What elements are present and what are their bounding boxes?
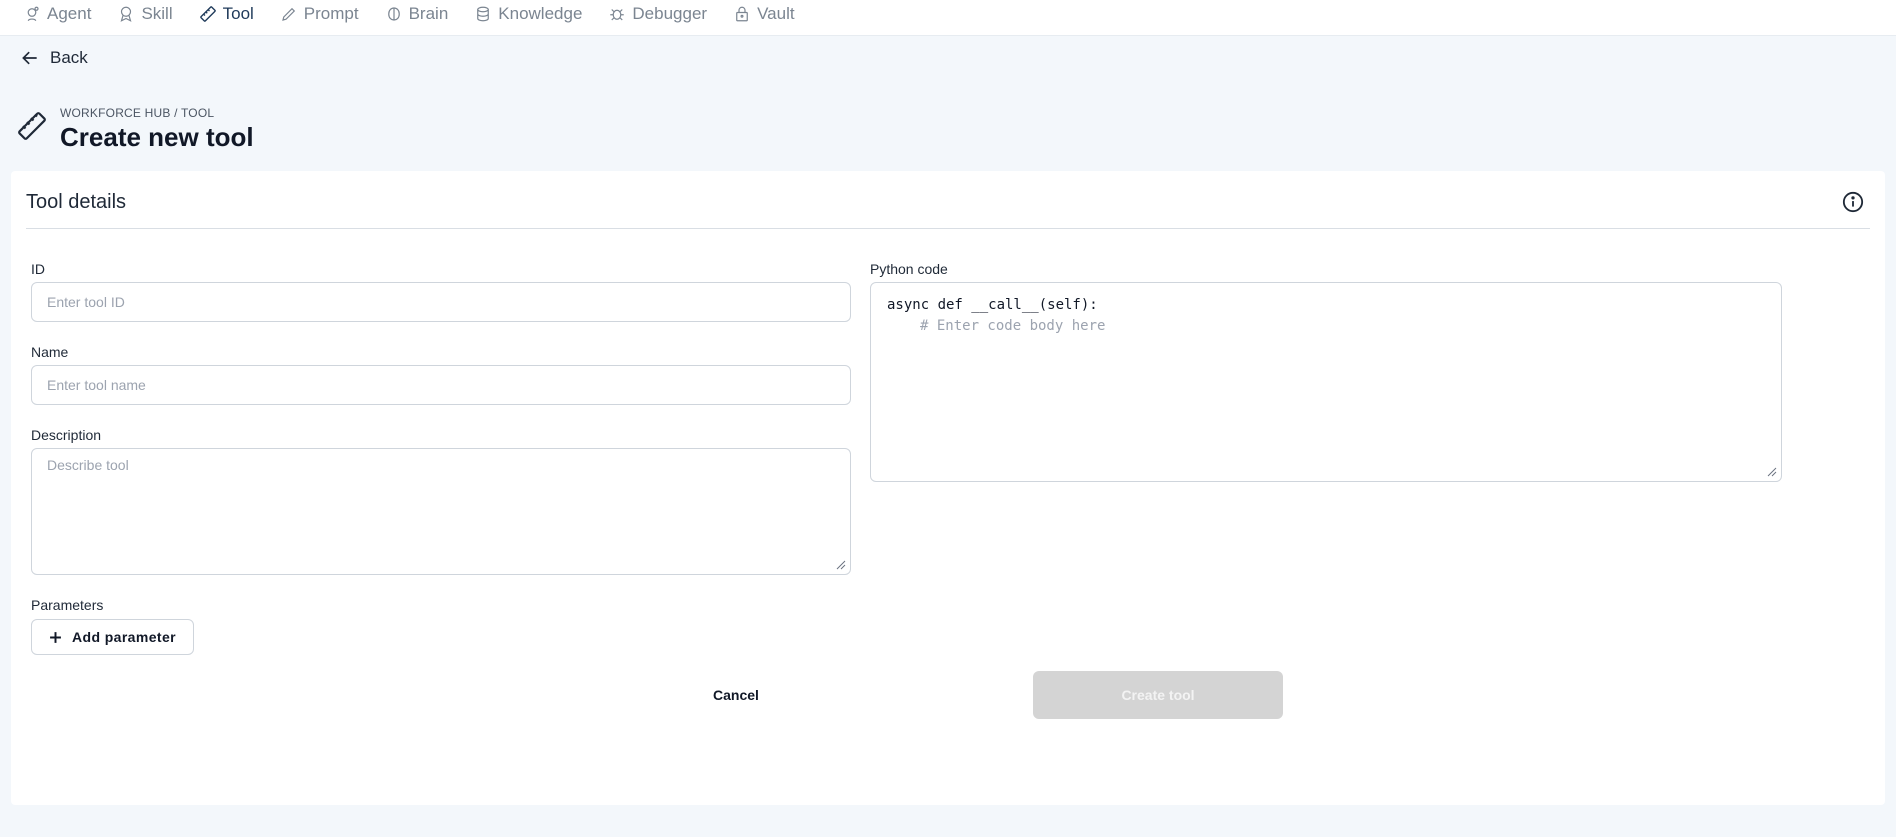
- code-editor[interactable]: async def __call__(self): # Enter code b…: [870, 282, 1782, 482]
- nav-label: Knowledge: [498, 3, 583, 23]
- tool-details-card: Tool details ID Enter tool ID Name Enter…: [11, 171, 1885, 805]
- nav-label: Agent: [47, 3, 92, 23]
- nav-label: Brain: [408, 3, 449, 23]
- prompt-icon: [281, 7, 295, 21]
- brain-icon: [387, 6, 400, 21]
- nav-label: Tool: [222, 3, 254, 23]
- nav-item-vault[interactable]: Vault: [733, 0, 795, 29]
- lock-icon: [736, 6, 748, 21]
- name-label: Name: [31, 344, 69, 360]
- id-input[interactable]: Enter tool ID: [31, 282, 851, 322]
- card-title: Tool details: [26, 191, 127, 213]
- add-parameter-button[interactable]: Add parameter: [31, 619, 194, 655]
- back-link[interactable]: Back: [20, 48, 88, 68]
- page-title: Create new tool: [60, 122, 254, 152]
- breadcrumb: WORKFORCE HUB / TOOL: [60, 106, 215, 120]
- code-label: Python code: [870, 261, 948, 277]
- tool-icon: [199, 5, 216, 22]
- page-header: WORKFORCE HUB / TOOL Create new tool: [16, 104, 254, 153]
- nav-item-agent[interactable]: Agent: [23, 0, 91, 29]
- database-icon: [477, 6, 490, 21]
- parameters-label: Parameters: [31, 597, 104, 613]
- code-line: async def __call__(self):: [887, 297, 1098, 313]
- agent-icon: [27, 6, 39, 21]
- nav-label: Vault: [757, 3, 795, 23]
- nav-item-tool[interactable]: Tool: [199, 0, 254, 29]
- skill-icon: [120, 6, 132, 22]
- bug-icon: [610, 8, 625, 20]
- nav-label: Prompt: [303, 3, 359, 23]
- add-parameter-label: Add parameter: [71, 629, 176, 645]
- description-textarea[interactable]: Describe tool: [31, 448, 851, 575]
- resize-grip-icon[interactable]: [1767, 467, 1777, 477]
- nav-item-knowledge[interactable]: Knowledge: [474, 0, 582, 29]
- info-icon[interactable]: [1842, 191, 1864, 213]
- code-comment: # Enter code body here: [920, 318, 1106, 334]
- top-nav: Agent Skill Tool Prompt Brain Knowledge …: [0, 0, 1896, 36]
- ruler-icon: [18, 112, 46, 140]
- resize-grip-icon[interactable]: [836, 560, 846, 570]
- description-label: Description: [31, 427, 102, 443]
- nav-label: Skill: [141, 3, 173, 23]
- card-divider: [26, 228, 1870, 229]
- nav-label: Debugger: [632, 3, 708, 23]
- nav-item-skill[interactable]: Skill: [117, 0, 173, 29]
- name-input[interactable]: Enter tool name: [31, 365, 851, 405]
- plus-icon: [50, 631, 61, 643]
- arrow-left-icon: [22, 51, 37, 65]
- back-label: Back: [50, 48, 88, 67]
- id-label: ID: [31, 261, 45, 277]
- create-tool-button[interactable]: Create tool: [1033, 671, 1283, 719]
- nav-item-brain[interactable]: Brain: [385, 0, 449, 29]
- description-placeholder: Describe tool: [47, 457, 129, 473]
- nav-item-prompt[interactable]: Prompt: [280, 0, 359, 29]
- cancel-button[interactable]: Cancel: [651, 671, 821, 719]
- nav-item-debugger[interactable]: Debugger: [608, 0, 707, 29]
